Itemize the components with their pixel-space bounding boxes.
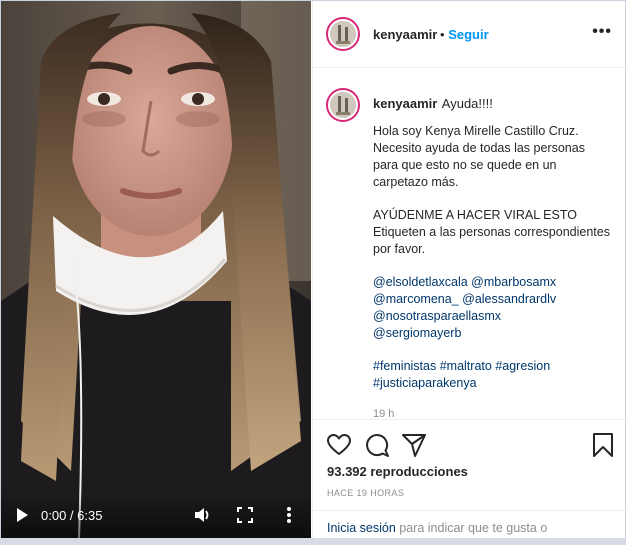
caption-username[interactable]: kenyaamir	[373, 96, 437, 111]
video-controls: 0:00 / 6:35	[1, 492, 311, 538]
comment-icon[interactable]	[364, 432, 390, 458]
heart-icon[interactable]	[326, 432, 352, 458]
login-link[interactable]: Inicia sesión	[327, 521, 396, 535]
caption-paragraph: Hola soy Kenya Mirelle Castillo Cruz. Ne…	[373, 124, 585, 189]
post-age: HACE 19 HORAS	[327, 488, 405, 498]
hashtag-link[interactable]: #maltrato	[440, 359, 492, 373]
video-time: 0:00 / 6:35	[41, 508, 103, 523]
follow-button[interactable]: Seguir	[448, 27, 488, 42]
avatar[interactable]	[326, 17, 360, 51]
login-rest: para indicar que te gusta o	[395, 521, 548, 535]
mention-link[interactable]: @nosotrasparaellasmx	[373, 309, 501, 323]
mention-link[interactable]: @elsoldetlaxcala	[373, 275, 468, 289]
hashtag-link[interactable]: #justiciaparakenya	[373, 376, 477, 390]
caption-paragraph: AYÚDENME A HACER VIRAL ESTO Etiqueten a …	[373, 207, 613, 258]
fullscreen-icon[interactable]	[237, 507, 253, 523]
hashtag-link[interactable]: #feministas	[373, 359, 436, 373]
volume-icon[interactable]	[193, 506, 211, 524]
caption-timestamp: 19 h	[373, 408, 395, 419]
hashtags: #feministas #maltrato #agresion #justici…	[373, 358, 613, 392]
post-username[interactable]: kenyaamir	[373, 27, 437, 42]
video-frame	[1, 1, 311, 538]
avatar-image	[330, 92, 356, 118]
window-bottom-edge	[0, 538, 626, 545]
post-header: kenyaamir • Seguir •••	[313, 1, 626, 68]
mention-link[interactable]: @sergiomayerb	[373, 326, 461, 340]
play-icon[interactable]	[15, 507, 29, 523]
login-text: Inicia sesión para indicar que te gusta …	[327, 521, 547, 535]
more-vertical-icon[interactable]	[284, 506, 294, 524]
mention-link[interactable]: @mbarbosamx	[471, 275, 556, 289]
action-bar: 93.392 reproducciones HACE 19 HORAS Inic…	[313, 419, 626, 544]
post-sidebar: kenyaamir • Seguir ••• kenyaamir Ayuda!!…	[312, 1, 626, 544]
mention-link[interactable]: @alessandrardlv	[462, 292, 556, 306]
hashtag-link[interactable]: #agresion	[495, 359, 550, 373]
mention-link[interactable]: @marcomena_	[373, 292, 459, 306]
caption-line: AYÚDENME A HACER VIRAL ESTO	[373, 208, 577, 222]
paper-plane-icon[interactable]	[401, 432, 427, 458]
follow-group: • Seguir	[440, 27, 489, 42]
view-count[interactable]: 93.392 reproducciones	[327, 464, 468, 479]
caption-text: Hola soy Kenya Mirelle Castillo Cruz. Ne…	[373, 123, 613, 408]
video-player[interactable]: 0:00 / 6:35	[1, 1, 311, 538]
caption-header: kenyaamir Ayuda!!!!	[373, 95, 493, 113]
options-menu-icon[interactable]: •••	[592, 24, 612, 40]
caption-avatar[interactable]	[326, 88, 360, 122]
caption-first-line: Ayuda!!!!	[441, 96, 493, 111]
mentions: @elsoldetlaxcala @mbarbosamx @marcomena_…	[373, 274, 613, 342]
bookmark-icon[interactable]	[590, 432, 616, 458]
caption-line: Etiqueten a las personas correspondiente…	[373, 225, 610, 256]
separator-dot: •	[440, 27, 445, 42]
caption-area: kenyaamir Ayuda!!!! Hola soy Kenya Mirel…	[313, 68, 626, 419]
avatar-image	[330, 21, 356, 47]
